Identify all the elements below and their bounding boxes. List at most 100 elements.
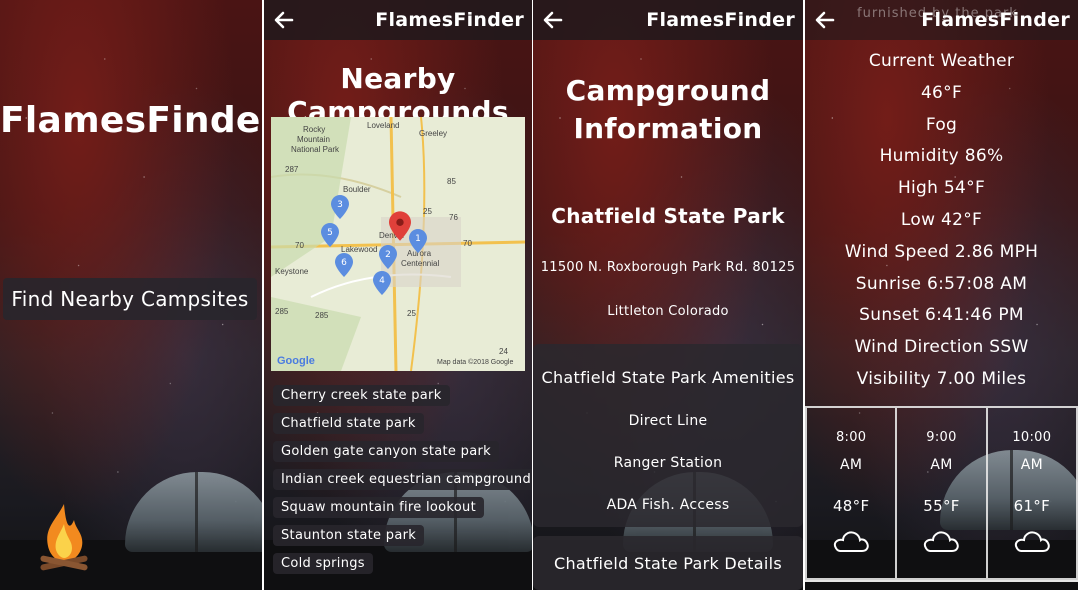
highway-label: 287 [285, 165, 299, 174]
list-item[interactable]: Golden gate canyon state park [273, 441, 499, 462]
weather-temp: 46°F [920, 82, 963, 103]
home-screen: FlamesFinder Find Nearby Campsites [0, 0, 262, 590]
top-bar: FlamesFinder [264, 0, 532, 40]
forecast-time: 8:00 [835, 430, 867, 445]
list-item[interactable]: Squaw mountain fire lookout [273, 497, 484, 518]
map-pin-icon[interactable]: 5 [321, 223, 339, 247]
tent-image [125, 472, 262, 552]
divider [805, 580, 1078, 582]
map-label: Greeley [419, 129, 448, 138]
pin-label: 1 [415, 234, 421, 244]
map-label: Boulder [343, 185, 371, 194]
amenity-item: Ranger Station [613, 455, 723, 471]
watermark-text: furnished by the park [857, 6, 1018, 21]
weather-humidity: Humidity 86% [879, 146, 1004, 167]
highway-label: 25 [423, 207, 432, 216]
map-label: Rocky [303, 125, 326, 134]
app-title: FlamesFinder [0, 100, 262, 141]
header-title: FlamesFinder [646, 9, 795, 31]
campground-map[interactable]: Loveland Rocky Mountain National Park Gr… [271, 117, 525, 371]
map-pin-icon[interactable] [389, 211, 411, 241]
cloud-icon [834, 531, 869, 552]
forecast-temp: 48°F [832, 497, 870, 515]
forecast-temp: 61°F [1013, 497, 1051, 515]
campfire-icon [40, 504, 88, 571]
pin-label: 4 [379, 276, 385, 286]
forecast-time: 9:00 [926, 430, 957, 445]
map-pin-icon[interactable]: 6 [335, 253, 353, 277]
map-roads [271, 117, 525, 371]
highway-label: 25 [407, 309, 416, 318]
park-details-button[interactable]: Chatfield State Park Details [533, 536, 803, 590]
weather-visibility: Visibility 7.00 Miles [856, 368, 1027, 389]
map-pin-icon[interactable]: 1 [409, 229, 427, 253]
forecast-item: 8:00 AM 48°F [805, 406, 896, 580]
campground-info-screen: FlamesFinder Campground Information Chat… [533, 0, 803, 590]
pin-label: 5 [327, 228, 333, 238]
park-city: Littleton Colorado [607, 304, 729, 319]
pin-label: 2 [385, 250, 391, 260]
header-title: FlamesFinder [375, 9, 524, 31]
forecast-ampm: AM [1020, 457, 1043, 473]
highway-label: 285 [275, 307, 289, 316]
list-item[interactable]: Chatfield state park [273, 413, 424, 434]
highway-label: 85 [447, 177, 456, 186]
map-attribution: Map data ©2018 Google [437, 359, 514, 366]
forecast-item: 9:00 AM 55°F [895, 406, 986, 580]
list-item[interactable]: Cold springs [273, 553, 373, 574]
weather-condition: Fog [925, 114, 958, 135]
page-title: Campground Information [533, 72, 803, 148]
weather-high: High 54°F [897, 178, 986, 199]
weather-sunset: Sunset 6:41:46 PM [859, 305, 1024, 326]
park-name: Chatfield State Park [551, 204, 785, 228]
forecast-item: 10:00 AM 61°F [985, 406, 1078, 580]
forecast-ampm: AM [930, 457, 953, 473]
pin-label: 6 [341, 258, 347, 268]
map-pin-icon[interactable]: 3 [331, 195, 349, 219]
top-bar: FlamesFinder [533, 0, 803, 40]
weather-title: Current Weather [868, 51, 1015, 71]
highway-label: 76 [449, 213, 458, 222]
page-title-line1: Campground [565, 74, 771, 107]
google-logo: Google [277, 355, 315, 367]
nearby-campgrounds-screen: FlamesFinder Nearby Campgrounds Loveland… [264, 0, 532, 590]
highway-label: 24 [499, 347, 508, 356]
map-label: National Park [291, 145, 340, 154]
forecast-time: 10:00 [1012, 430, 1052, 445]
cloud-icon [924, 531, 960, 552]
forecast-temp: 55°F [923, 497, 960, 515]
weather-wind-direction: Wind Direction SSW [854, 337, 1029, 358]
highway-label: 70 [295, 241, 304, 250]
map-label: Mountain [297, 135, 330, 144]
park-address: 11500 N. Roxborough Park Rd. 80125 [540, 260, 796, 275]
amenities-title: Chatfield State Park Amenities [541, 368, 795, 387]
list-item[interactable]: Staunton state park [273, 525, 425, 546]
back-arrow-icon[interactable] [272, 8, 296, 32]
back-arrow-icon[interactable] [541, 8, 565, 32]
cloud-icon [1014, 531, 1050, 552]
map-label: Loveland [367, 121, 400, 130]
map-label: Keystone [275, 267, 309, 276]
find-nearby-campsites-button[interactable]: Find Nearby Campsites [3, 278, 257, 320]
weather-screen: FlamesFinder furnished by the park Curre… [805, 0, 1078, 590]
weather-wind-speed: Wind Speed 2.86 MPH [844, 241, 1039, 262]
amenity-item: ADA Fish. Access [606, 497, 730, 513]
hourly-forecast: 8:00 AM 48°F 9:00 AM 55°F 10:00 AM 61°F [805, 406, 1078, 580]
amenity-item: Direct Line [628, 413, 708, 429]
highway-label: 285 [315, 311, 329, 320]
weather-low: Low 42°F [900, 209, 983, 230]
list-item[interactable]: Cherry creek state park [273, 385, 450, 406]
highway-label: 70 [463, 239, 472, 248]
campground-list: Cherry creek state park Chatfield state … [273, 384, 532, 580]
forecast-ampm: AM [840, 457, 863, 473]
map-label: Centennial [401, 259, 440, 268]
current-weather: Current Weather 46°F Fog Humidity 86% Hi… [805, 46, 1078, 396]
amenities-panel: Chatfield State Park Amenities Direct Li… [533, 344, 803, 527]
pin-label: 3 [337, 200, 343, 210]
map-pin-icon[interactable]: 4 [373, 271, 391, 295]
weather-sunrise: Sunrise 6:57:08 AM [855, 273, 1028, 294]
page-title-line2: Information [573, 112, 763, 145]
map-pin-icon[interactable]: 2 [379, 245, 397, 269]
list-item[interactable]: Indian creek equestrian campground [273, 469, 532, 490]
back-arrow-icon[interactable] [813, 8, 837, 32]
